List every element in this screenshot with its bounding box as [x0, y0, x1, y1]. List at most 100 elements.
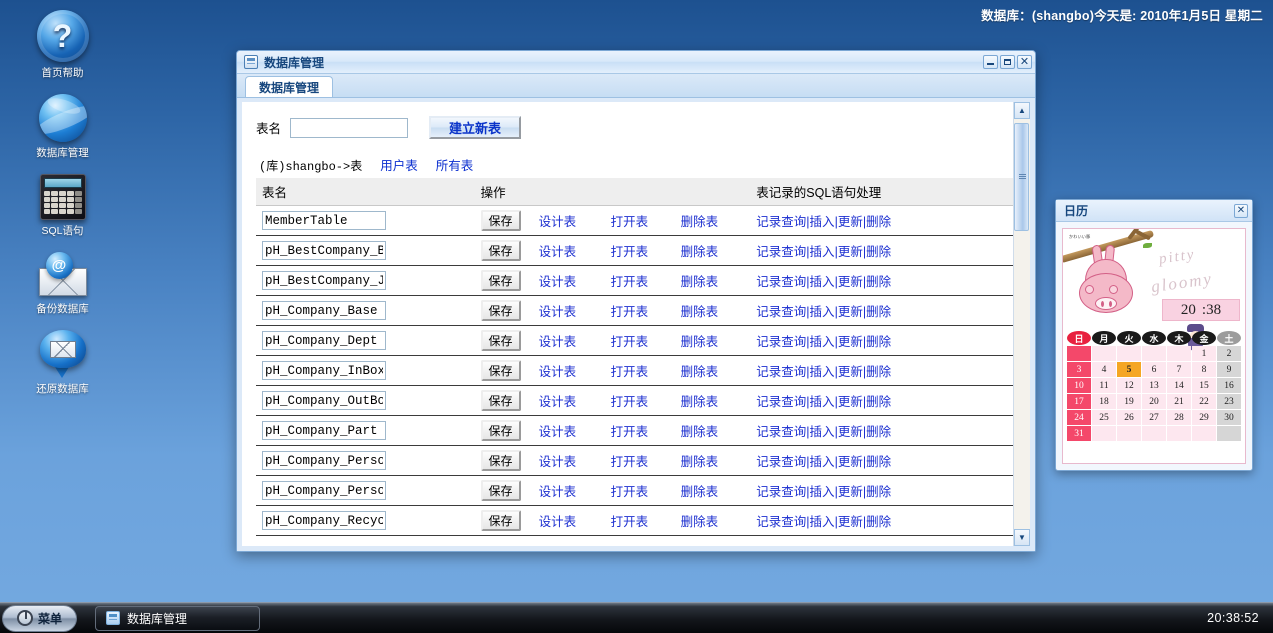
calendar-day[interactable]: 30: [1217, 410, 1241, 425]
calendar-day[interactable]: 29: [1192, 410, 1216, 425]
design-table-link[interactable]: 设计表: [539, 361, 611, 380]
link-user-tables[interactable]: 用户表: [380, 155, 418, 174]
open-table-link[interactable]: 打开表: [611, 211, 681, 230]
calendar-day[interactable]: 4: [1092, 362, 1116, 377]
calendar-day[interactable]: 23: [1217, 394, 1241, 409]
calendar-day[interactable]: 20: [1142, 394, 1166, 409]
sql-update-link[interactable]: 更新: [838, 515, 863, 529]
save-button[interactable]: 保存: [480, 210, 521, 231]
design-table-link[interactable]: 设计表: [539, 451, 611, 470]
sql-query-link[interactable]: 记录查询: [756, 275, 806, 289]
calendar-day[interactable]: 1: [1192, 346, 1216, 361]
sql-query-link[interactable]: 记录查询: [756, 335, 806, 349]
calendar-day[interactable]: 16: [1217, 378, 1241, 393]
calendar-day[interactable]: 9: [1217, 362, 1241, 377]
sql-update-link[interactable]: 更新: [838, 245, 863, 259]
minimize-button[interactable]: [983, 55, 998, 69]
calendar-day[interactable]: 22: [1192, 394, 1216, 409]
design-table-link[interactable]: 设计表: [539, 331, 611, 350]
design-table-link[interactable]: 设计表: [539, 421, 611, 440]
table-name-field[interactable]: [262, 211, 386, 230]
save-button[interactable]: 保存: [480, 360, 521, 381]
sql-update-link[interactable]: 更新: [838, 305, 863, 319]
taskbar-item-database-management[interactable]: 数据库管理: [95, 605, 260, 631]
calendar-day[interactable]: 7: [1167, 362, 1191, 377]
delete-table-link[interactable]: 删除表: [681, 481, 719, 500]
sql-insert-link[interactable]: 插入: [810, 245, 835, 259]
sql-update-link[interactable]: 更新: [838, 275, 863, 289]
table-name-field[interactable]: [262, 241, 386, 260]
sql-insert-link[interactable]: 插入: [810, 305, 835, 319]
sql-insert-link[interactable]: 插入: [810, 395, 835, 409]
desktop-icon-sql[interactable]: SQL语句: [20, 174, 105, 238]
table-name-input[interactable]: [290, 117, 409, 138]
sql-query-link[interactable]: 记录查询: [756, 395, 806, 409]
calendar-day[interactable]: 15: [1192, 378, 1216, 393]
calendar-day[interactable]: 17: [1067, 394, 1091, 409]
maximize-button[interactable]: [1000, 55, 1015, 69]
window-titlebar[interactable]: 数据库管理 ✕: [237, 51, 1035, 74]
sql-query-link[interactable]: 记录查询: [756, 305, 806, 319]
sql-insert-link[interactable]: 插入: [810, 455, 835, 469]
delete-table-link[interactable]: 删除表: [681, 211, 719, 230]
calendar-day[interactable]: 19: [1117, 394, 1141, 409]
save-button[interactable]: 保存: [480, 240, 521, 261]
start-menu-button[interactable]: 菜单: [2, 604, 77, 632]
sql-insert-link[interactable]: 插入: [810, 485, 835, 499]
design-table-link[interactable]: 设计表: [539, 271, 611, 290]
sql-update-link[interactable]: 更新: [838, 215, 863, 229]
calendar-day[interactable]: 24: [1067, 410, 1091, 425]
sql-query-link[interactable]: 记录查询: [756, 485, 806, 499]
sql-query-link[interactable]: 记录查询: [756, 245, 806, 259]
table-name-field[interactable]: [262, 271, 386, 290]
calendar-day[interactable]: 21: [1167, 394, 1191, 409]
sql-insert-link[interactable]: 插入: [810, 275, 835, 289]
sql-update-link[interactable]: 更新: [838, 395, 863, 409]
delete-table-link[interactable]: 删除表: [681, 301, 719, 320]
delete-table-link[interactable]: 删除表: [681, 451, 719, 470]
sql-insert-link[interactable]: 插入: [810, 365, 835, 379]
create-table-button[interactable]: 建立新表: [429, 116, 522, 139]
delete-table-link[interactable]: 删除表: [681, 421, 719, 440]
design-table-link[interactable]: 设计表: [539, 511, 611, 530]
calendar-close-icon[interactable]: ✕: [1234, 203, 1248, 218]
design-table-link[interactable]: 设计表: [539, 241, 611, 260]
sql-delete-link[interactable]: 删除: [866, 425, 891, 439]
sql-delete-link[interactable]: 删除: [866, 305, 891, 319]
sql-delete-link[interactable]: 删除: [866, 515, 891, 529]
save-button[interactable]: 保存: [480, 390, 521, 411]
calendar-day[interactable]: 11: [1092, 378, 1116, 393]
calendar-day[interactable]: 28: [1167, 410, 1191, 425]
open-table-link[interactable]: 打开表: [611, 271, 681, 290]
table-name-field[interactable]: [262, 331, 386, 350]
calendar-day[interactable]: 2: [1217, 346, 1241, 361]
calendar-day[interactable]: 10: [1067, 378, 1091, 393]
desktop-icon-help[interactable]: 首页帮助: [20, 10, 105, 80]
calendar-day[interactable]: 3: [1067, 362, 1091, 377]
open-table-link[interactable]: 打开表: [611, 301, 681, 320]
sql-insert-link[interactable]: 插入: [810, 425, 835, 439]
delete-table-link[interactable]: 删除表: [681, 391, 719, 410]
calendar-day[interactable]: 25: [1092, 410, 1116, 425]
scrollbar-thumb[interactable]: [1014, 123, 1029, 231]
sql-query-link[interactable]: 记录查询: [756, 425, 806, 439]
design-table-link[interactable]: 设计表: [539, 211, 611, 230]
sql-query-link[interactable]: 记录查询: [756, 365, 806, 379]
save-button[interactable]: 保存: [480, 420, 521, 441]
sql-delete-link[interactable]: 删除: [866, 485, 891, 499]
calendar-day[interactable]: 5: [1117, 362, 1141, 377]
open-table-link[interactable]: 打开表: [611, 241, 681, 260]
sql-delete-link[interactable]: 删除: [866, 335, 891, 349]
sql-insert-link[interactable]: 插入: [810, 515, 835, 529]
sql-insert-link[interactable]: 插入: [810, 215, 835, 229]
close-button[interactable]: ✕: [1017, 55, 1032, 69]
vertical-scrollbar[interactable]: ▲ ▼: [1013, 102, 1030, 546]
design-table-link[interactable]: 设计表: [539, 481, 611, 500]
delete-table-link[interactable]: 删除表: [681, 331, 719, 350]
sql-update-link[interactable]: 更新: [838, 335, 863, 349]
calendar-day[interactable]: 8: [1192, 362, 1216, 377]
open-table-link[interactable]: 打开表: [611, 361, 681, 380]
table-name-field[interactable]: [262, 391, 386, 410]
sql-delete-link[interactable]: 删除: [866, 245, 891, 259]
save-button[interactable]: 保存: [480, 480, 521, 501]
